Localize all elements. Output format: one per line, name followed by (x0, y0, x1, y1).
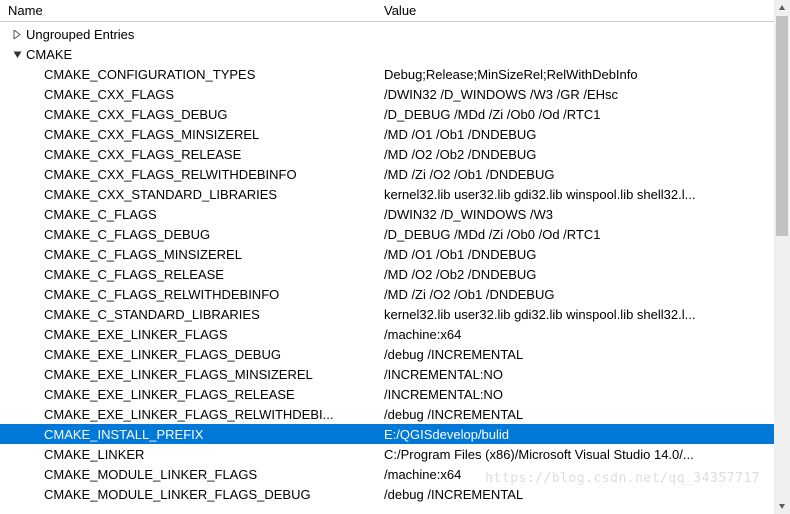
table-row[interactable]: CMAKE_CXX_FLAGS_RELEASE/MD /O2 /Ob2 /DND… (0, 144, 790, 164)
entry-name: CMAKE_CXX_STANDARD_LIBRARIES (0, 187, 380, 202)
entry-value[interactable]: /MD /O2 /Ob2 /DNDEBUG (380, 147, 790, 162)
scroll-track[interactable] (774, 16, 790, 498)
entry-value[interactable]: /INCREMENTAL:NO (380, 367, 790, 382)
scroll-down-button[interactable] (774, 498, 790, 514)
entry-name: CMAKE_CXX_FLAGS_RELEASE (0, 147, 380, 162)
group-label: Ungrouped Entries (24, 27, 134, 42)
entry-name: CMAKE_EXE_LINKER_FLAGS (0, 327, 380, 342)
entry-value[interactable]: E:/QGISdevelop/bulid (380, 427, 790, 442)
vertical-scrollbar[interactable] (774, 0, 790, 514)
table-row[interactable]: CMAKE_LINKERC:/Program Files (x86)/Micro… (0, 444, 790, 464)
entry-name: CMAKE_EXE_LINKER_FLAGS_MINSIZEREL (0, 367, 380, 382)
column-header-name[interactable]: Name (0, 3, 380, 18)
column-header-value[interactable]: Value (380, 3, 790, 18)
chevron-down-icon (10, 47, 24, 61)
entry-value[interactable]: /MD /O2 /Ob2 /DNDEBUG (380, 267, 790, 282)
entry-name: CMAKE_CONFIGURATION_TYPES (0, 67, 380, 82)
entry-name: CMAKE_INSTALL_PREFIX (0, 427, 380, 442)
entry-value[interactable]: /D_DEBUG /MDd /Zi /Ob0 /Od /RTC1 (380, 107, 790, 122)
scroll-thumb[interactable] (776, 16, 788, 236)
table-row[interactable]: CMAKE_EXE_LINKER_FLAGS_RELEASE/INCREMENT… (0, 384, 790, 404)
entry-value[interactable]: /MD /O1 /Ob1 /DNDEBUG (380, 127, 790, 142)
group-cmake[interactable]: CMAKE (0, 44, 790, 64)
entry-name: CMAKE_C_FLAGS (0, 207, 380, 222)
cmake-entries: CMAKE_CONFIGURATION_TYPESDebug;Release;M… (0, 64, 790, 504)
table-row[interactable]: CMAKE_C_FLAGS/DWIN32 /D_WINDOWS /W3 (0, 204, 790, 224)
entry-name: CMAKE_MODULE_LINKER_FLAGS_DEBUG (0, 487, 380, 502)
table-row[interactable]: CMAKE_EXE_LINKER_FLAGS_MINSIZEREL/INCREM… (0, 364, 790, 384)
entry-value[interactable]: /debug /INCREMENTAL (380, 487, 790, 502)
table-row[interactable]: CMAKE_EXE_LINKER_FLAGS/machine:x64 (0, 324, 790, 344)
table-row[interactable]: CMAKE_MODULE_LINKER_FLAGS_DEBUG/debug /I… (0, 484, 790, 504)
entry-value[interactable]: /machine:x64 (380, 327, 790, 342)
table-header: Name Value (0, 0, 790, 22)
tree-body: Ungrouped Entries CMAKE CMAKE_CONFIGURAT… (0, 22, 790, 504)
entry-value[interactable]: C:/Program Files (x86)/Microsoft Visual … (380, 447, 790, 462)
table-row[interactable]: CMAKE_C_FLAGS_DEBUG/D_DEBUG /MDd /Zi /Ob… (0, 224, 790, 244)
entry-name: CMAKE_CXX_FLAGS_MINSIZEREL (0, 127, 380, 142)
entry-name: CMAKE_C_STANDARD_LIBRARIES (0, 307, 380, 322)
entry-name: CMAKE_CXX_FLAGS (0, 87, 380, 102)
entry-value[interactable]: /MD /Zi /O2 /Ob1 /DNDEBUG (380, 167, 790, 182)
entry-name: CMAKE_CXX_FLAGS_DEBUG (0, 107, 380, 122)
table-row[interactable]: CMAKE_EXE_LINKER_FLAGS_DEBUG/debug /INCR… (0, 344, 790, 364)
table-row[interactable]: CMAKE_C_STANDARD_LIBRARIESkernel32.lib u… (0, 304, 790, 324)
table-row[interactable]: CMAKE_EXE_LINKER_FLAGS_RELWITHDEBI.../de… (0, 404, 790, 424)
entry-value[interactable]: Debug;Release;MinSizeRel;RelWithDebInfo (380, 67, 790, 82)
entry-name: CMAKE_CXX_FLAGS_RELWITHDEBINFO (0, 167, 380, 182)
entry-name: CMAKE_C_FLAGS_DEBUG (0, 227, 380, 242)
table-row[interactable]: CMAKE_CONFIGURATION_TYPESDebug;Release;M… (0, 64, 790, 84)
entry-name: CMAKE_LINKER (0, 447, 380, 462)
table-row[interactable]: CMAKE_INSTALL_PREFIXE:/QGISdevelop/bulid (0, 424, 790, 444)
entry-name: CMAKE_C_FLAGS_RELEASE (0, 267, 380, 282)
entry-name: CMAKE_C_FLAGS_RELWITHDEBINFO (0, 287, 380, 302)
entry-name: CMAKE_EXE_LINKER_FLAGS_DEBUG (0, 347, 380, 362)
entry-value[interactable]: /D_DEBUG /MDd /Zi /Ob0 /Od /RTC1 (380, 227, 790, 242)
table-row[interactable]: CMAKE_C_FLAGS_MINSIZEREL/MD /O1 /Ob1 /DN… (0, 244, 790, 264)
table-row[interactable]: CMAKE_C_FLAGS_RELEASE/MD /O2 /Ob2 /DNDEB… (0, 264, 790, 284)
entry-name: CMAKE_MODULE_LINKER_FLAGS (0, 467, 380, 482)
entry-value[interactable]: /debug /INCREMENTAL (380, 347, 790, 362)
entry-value[interactable]: kernel32.lib user32.lib gdi32.lib winspo… (380, 307, 790, 322)
table-row[interactable]: CMAKE_CXX_STANDARD_LIBRARIESkernel32.lib… (0, 184, 790, 204)
table-row[interactable]: CMAKE_CXX_FLAGS_MINSIZEREL/MD /O1 /Ob1 /… (0, 124, 790, 144)
entry-value[interactable]: /machine:x64 (380, 467, 790, 482)
table-row[interactable]: CMAKE_CXX_FLAGS_DEBUG/D_DEBUG /MDd /Zi /… (0, 104, 790, 124)
entry-value[interactable]: kernel32.lib user32.lib gdi32.lib winspo… (380, 187, 790, 202)
chevron-right-icon (10, 27, 24, 41)
entry-name: CMAKE_C_FLAGS_MINSIZEREL (0, 247, 380, 262)
group-ungrouped-entries[interactable]: Ungrouped Entries (0, 24, 790, 44)
entry-value[interactable]: /MD /O1 /Ob1 /DNDEBUG (380, 247, 790, 262)
entry-name: CMAKE_EXE_LINKER_FLAGS_RELEASE (0, 387, 380, 402)
table-row[interactable]: CMAKE_C_FLAGS_RELWITHDEBINFO/MD /Zi /O2 … (0, 284, 790, 304)
table-row[interactable]: CMAKE_CXX_FLAGS/DWIN32 /D_WINDOWS /W3 /G… (0, 84, 790, 104)
entry-value[interactable]: /DWIN32 /D_WINDOWS /W3 (380, 207, 790, 222)
table-row[interactable]: CMAKE_MODULE_LINKER_FLAGS/machine:x64 (0, 464, 790, 484)
scroll-up-button[interactable] (774, 0, 790, 16)
entry-value[interactable]: /debug /INCREMENTAL (380, 407, 790, 422)
entry-value[interactable]: /MD /Zi /O2 /Ob1 /DNDEBUG (380, 287, 790, 302)
entry-name: CMAKE_EXE_LINKER_FLAGS_RELWITHDEBI... (0, 407, 380, 422)
group-label: CMAKE (24, 47, 72, 62)
table-row[interactable]: CMAKE_CXX_FLAGS_RELWITHDEBINFO/MD /Zi /O… (0, 164, 790, 184)
entry-value[interactable]: /INCREMENTAL:NO (380, 387, 790, 402)
entry-value[interactable]: /DWIN32 /D_WINDOWS /W3 /GR /EHsc (380, 87, 790, 102)
